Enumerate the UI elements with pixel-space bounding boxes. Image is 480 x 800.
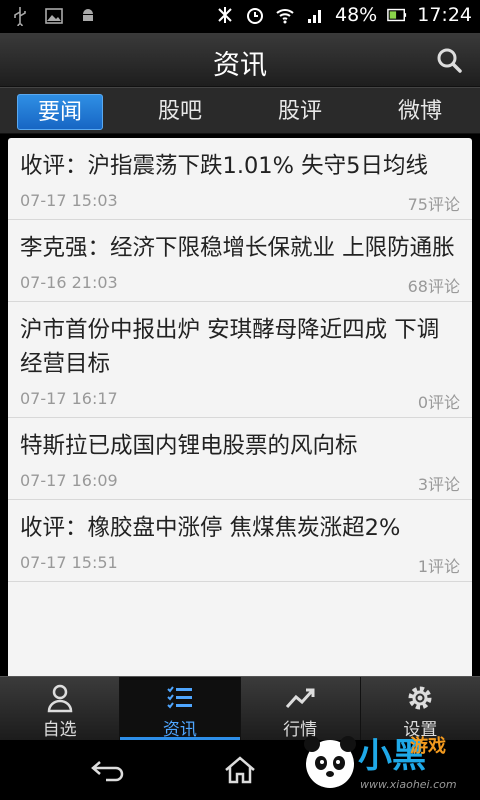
alarm-icon: [247, 8, 263, 24]
nav-watchlist[interactable]: 自选: [0, 677, 121, 740]
comment-count: 0评论: [417, 393, 460, 412]
nav-label: 自选: [42, 720, 77, 740]
news-title: 收评：橡胶盘中涨停 焦煤焦炭涨超2%: [20, 515, 401, 541]
app-header: 资讯: [0, 33, 480, 87]
clock: 17:24: [417, 4, 472, 26]
list-item[interactable]: 李克强：经济下限稳增长保就业 上限防通胀 07-16 21:03 68评论: [8, 220, 472, 302]
trend-chart-icon: [286, 688, 315, 709]
page-title: 资讯: [213, 50, 267, 81]
news-title: 沪市首份中报出炉 安琪酵母降近四成 下调经营目标: [20, 317, 440, 377]
comment-count: 3评论: [417, 475, 460, 494]
battery-icon: [387, 8, 407, 22]
usb-icon: [14, 7, 26, 26]
back-icon[interactable]: [88, 754, 128, 786]
list-item[interactable]: 收评：橡胶盘中涨停 焦煤焦炭涨超2% 07-17 15:51 1评论: [8, 500, 472, 582]
tab-headlines[interactable]: 要闻: [17, 94, 103, 130]
signal-icon: [308, 10, 321, 23]
news-date: 07-17 16:09: [20, 471, 118, 490]
battery-percent: 48%: [335, 4, 378, 26]
category-tabs: 要闻 股吧 股评 微博: [0, 87, 480, 134]
comment-count: 75评论: [407, 195, 460, 214]
person-icon: [47, 684, 72, 713]
watermark: 小黑 游戏 www.xiaohei.com: [300, 722, 480, 800]
comment-count: 1评论: [417, 557, 460, 576]
news-title: 李克强：经济下限稳增长保就业 上限防通胀: [20, 235, 455, 261]
watermark-url: www.xiaohei.com: [360, 778, 457, 791]
list-item[interactable]: 特斯拉已成国内锂电股票的风向标 07-17 16:09 3评论: [8, 418, 472, 500]
wifi-icon: [276, 9, 294, 24]
news-title: 收评：沪指震荡下跌1.01% 失守5日均线: [20, 153, 428, 179]
panda-logo-icon: [304, 736, 356, 788]
status-bar: 48% 17:24: [0, 0, 480, 33]
news-date: 07-17 16:17: [20, 389, 118, 408]
news-list-icon: [167, 686, 192, 709]
list-item[interactable]: 沪市首份中报出炉 安琪酵母降近四成 下调经营目标 07-17 16:17 0评论: [8, 302, 472, 418]
android-icon: [83, 9, 93, 21]
home-icon[interactable]: [220, 754, 260, 786]
news-date: 07-17 15:03: [20, 191, 118, 210]
tab-weibo[interactable]: 微博: [377, 94, 463, 130]
watermark-sub: 游戏: [410, 736, 446, 757]
list-item[interactable]: 收评：沪指震荡下跌1.01% 失守5日均线 07-17 15:03 75评论: [8, 138, 472, 220]
comment-count: 68评论: [407, 277, 460, 296]
news-date: 07-17 15:51: [20, 553, 118, 572]
image-icon: [45, 8, 63, 24]
nav-news[interactable]: 资讯: [120, 677, 241, 740]
bluetooth-off-icon: [218, 7, 232, 23]
search-icon[interactable]: [434, 45, 464, 75]
tab-stock-review[interactable]: 股评: [257, 94, 343, 130]
news-title: 特斯拉已成国内锂电股票的风向标: [20, 433, 358, 459]
tab-stock-forum[interactable]: 股吧: [137, 94, 223, 130]
gear-icon: [408, 686, 432, 710]
news-date: 07-16 21:03: [20, 273, 118, 292]
news-list: 收评：沪指震荡下跌1.01% 失守5日均线 07-17 15:03 75评论 李克…: [8, 138, 472, 676]
